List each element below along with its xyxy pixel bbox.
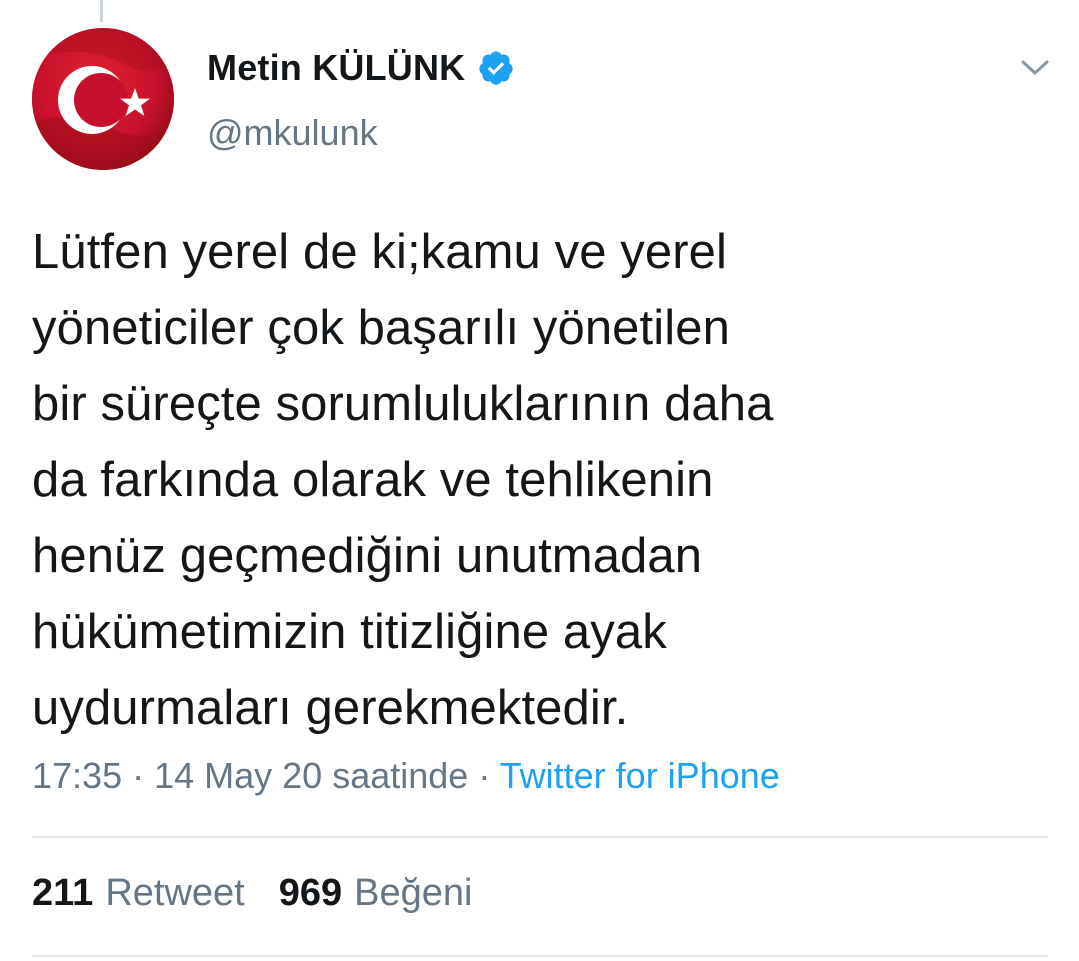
chevron-down-icon[interactable] [1015,52,1055,82]
meta-separator: · [122,755,155,796]
verified-badge-icon [479,51,513,85]
like-count-value: 969 [278,872,343,914]
retweet-count[interactable]: 211 Retweet [32,872,245,915]
divider [32,836,1048,838]
divider [32,955,1048,957]
avatar[interactable] [32,28,174,170]
like-count-label: Beğeni [354,872,473,914]
thread-connector-line [100,0,103,22]
tweet-date: 14 May 20 saatinde [154,755,469,796]
meta-separator: · [468,755,500,796]
tweet-stats: 211 Retweet 969 Beğeni [32,872,506,915]
retweet-count-label: Retweet [105,872,245,914]
tweet-time: 17:35 [32,755,123,796]
tweet-meta: 17:35 · 14 May 20 saatinde · Twitter for… [32,755,780,797]
turkish-flag-avatar-icon [32,28,174,170]
author-display-name[interactable]: Metin KÜLÜNK [207,47,465,89]
author-handle[interactable]: @mkulunk [207,112,378,154]
tweet-text: Lütfen yerel de ki;kamu ve yerel yönetic… [32,225,774,735]
like-count[interactable]: 969 Beğeni [279,872,473,915]
author-name-row[interactable]: Metin KÜLÜNK [207,44,515,92]
tweet-source-link[interactable]: Twitter for iPhone [500,755,780,796]
retweet-count-value: 211 [32,872,94,914]
